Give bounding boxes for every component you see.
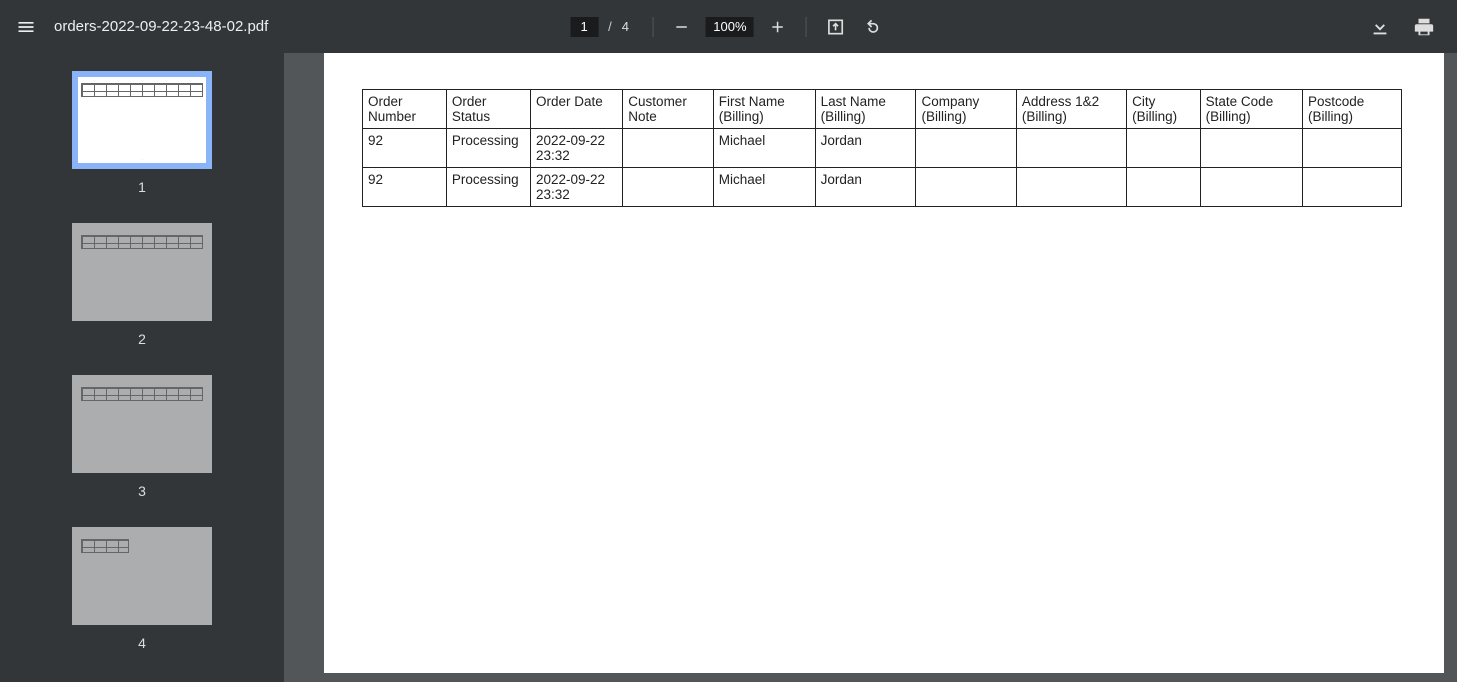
thumbnail-1[interactable]: . [72, 71, 212, 169]
thumbnail-item[interactable]: . 2 [72, 223, 212, 347]
thumbnail-4[interactable]: . [72, 527, 212, 625]
table-cell: Processing [446, 129, 530, 168]
pdf-toolbar: orders-2022-09-22-23-48-02.pdf / 4 [0, 0, 1457, 53]
zoom-input[interactable] [706, 17, 754, 37]
print-button[interactable] [1409, 12, 1439, 42]
minus-icon [673, 18, 691, 36]
thumbnail-label: 4 [138, 635, 146, 651]
table-header-cell: City (Billing) [1127, 90, 1201, 129]
table-cell [1302, 168, 1401, 207]
page-separator: / [608, 19, 612, 34]
table-cell [1200, 129, 1302, 168]
table-header-cell: Last Name (Billing) [815, 90, 916, 129]
table-cell [1016, 129, 1126, 168]
table-header-cell: First Name (Billing) [713, 90, 815, 129]
table-cell: Michael [713, 129, 815, 168]
table-header-cell: Order Number [363, 90, 447, 129]
thumbnail-label: 2 [138, 331, 146, 347]
table-cell: 92 [363, 168, 447, 207]
page-total: 4 [622, 19, 629, 34]
table-row: 92Processing2022-09-22 23:32 MichaelJorda… [363, 129, 1402, 168]
toolbar-left: orders-2022-09-22-23-48-02.pdf [0, 9, 268, 45]
table-header-cell: Company (Billing) [916, 90, 1016, 129]
divider [806, 17, 807, 37]
hamburger-icon [16, 17, 36, 37]
page-number-input[interactable] [570, 17, 598, 37]
table-row: 92Processing2022-09-22 23:32 MichaelJorda… [363, 168, 1402, 207]
table-cell [1127, 168, 1201, 207]
toolbar-center: / 4 [570, 12, 887, 42]
table-cell: 92 [363, 129, 447, 168]
table-header-cell: Customer Note [623, 90, 713, 129]
page-area[interactable]: Order NumberOrder StatusOrder DateCustom… [284, 53, 1457, 682]
zoom-out-button[interactable] [668, 13, 696, 41]
table-header-row: Order NumberOrder StatusOrder DateCustom… [363, 90, 1402, 129]
table-header-cell: Postcode (Billing) [1302, 90, 1401, 129]
table-cell [1016, 168, 1126, 207]
thumbnail-label: 1 [138, 179, 146, 195]
table-cell [623, 129, 713, 168]
table-cell [623, 168, 713, 207]
divider [653, 17, 654, 37]
rotate-icon [862, 17, 882, 37]
table-cell: Jordan [815, 168, 916, 207]
table-cell: 2022-09-22 23:32 [530, 168, 622, 207]
thumbnail-item[interactable]: . 3 [72, 375, 212, 499]
orders-table: Order NumberOrder StatusOrder DateCustom… [362, 89, 1402, 207]
table-cell [916, 168, 1016, 207]
filename: orders-2022-09-22-23-48-02.pdf [54, 18, 268, 35]
zoom-in-button[interactable] [764, 13, 792, 41]
table-cell [1302, 129, 1401, 168]
main-area: . 1 . 2 . 3 . 4 Order NumberOrder Status… [0, 53, 1457, 682]
table-cell [916, 129, 1016, 168]
table-cell: Processing [446, 168, 530, 207]
table-header-cell: Order Date [530, 90, 622, 129]
menu-button[interactable] [8, 9, 44, 45]
thumbnail-label: 3 [138, 483, 146, 499]
fit-page-icon [826, 17, 846, 37]
plus-icon [769, 18, 787, 36]
fit-page-button[interactable] [821, 12, 851, 42]
table-cell [1200, 168, 1302, 207]
thumbnail-item[interactable]: . 4 [72, 527, 212, 651]
print-icon [1413, 16, 1435, 38]
table-cell: Michael [713, 168, 815, 207]
table-header-cell: Order Status [446, 90, 530, 129]
pdf-page: Order NumberOrder StatusOrder DateCustom… [324, 53, 1444, 673]
toolbar-right [1365, 12, 1457, 42]
table-header-cell: Address 1&2 (Billing) [1016, 90, 1126, 129]
table-cell: Jordan [815, 129, 916, 168]
download-button[interactable] [1365, 12, 1395, 42]
thumbnail-2[interactable]: . [72, 223, 212, 321]
table-cell: 2022-09-22 23:32 [530, 129, 622, 168]
table-header-cell: State Code (Billing) [1200, 90, 1302, 129]
thumbnail-sidebar[interactable]: . 1 . 2 . 3 . 4 [0, 53, 284, 682]
rotate-button[interactable] [857, 12, 887, 42]
download-icon [1369, 16, 1391, 38]
thumbnail-item[interactable]: . 1 [72, 71, 212, 195]
table-cell [1127, 129, 1201, 168]
thumbnail-3[interactable]: . [72, 375, 212, 473]
